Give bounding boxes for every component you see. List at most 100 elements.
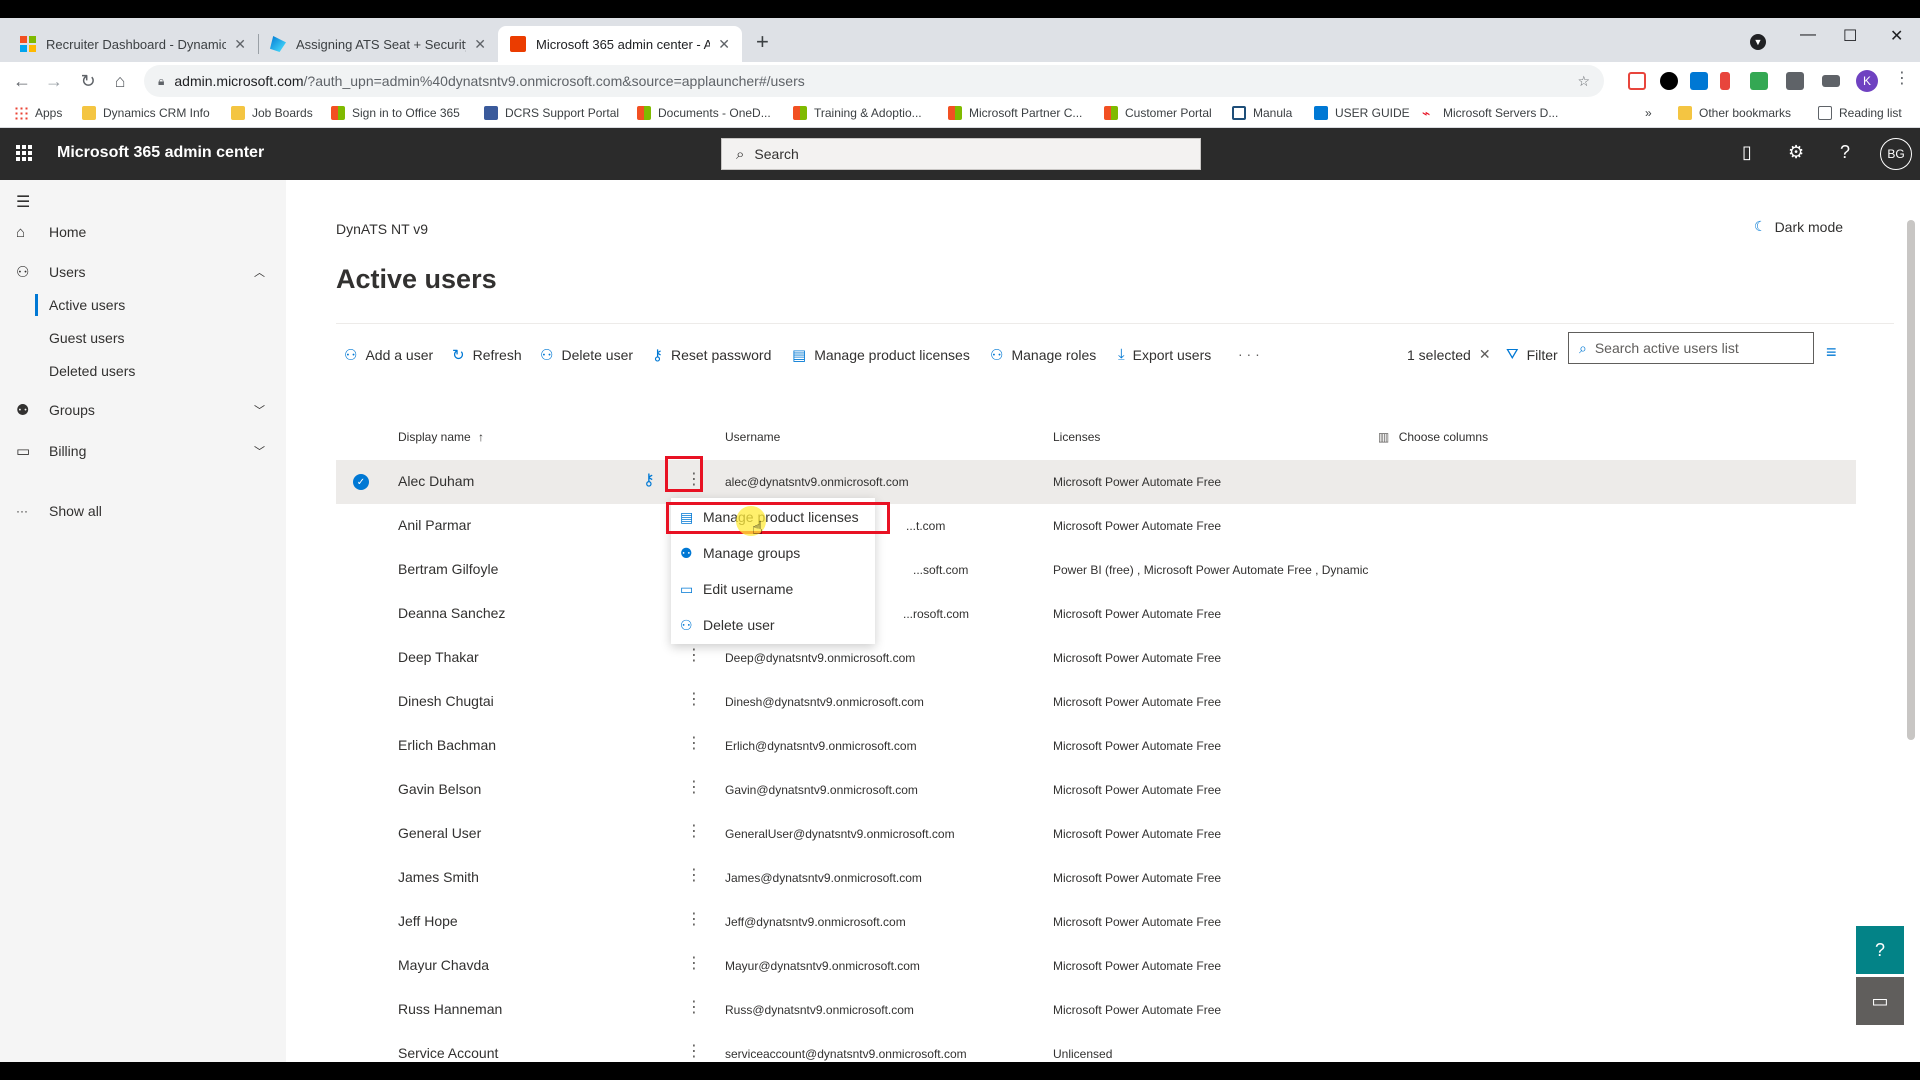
user-display-name[interactable]: Alec Duham bbox=[398, 473, 474, 489]
home-browser-icon[interactable]: ⌂ bbox=[108, 69, 132, 93]
table-row[interactable]: Bertram Gilfoyle⋮...soft.comPower BI (fr… bbox=[336, 548, 1856, 592]
profile-avatar[interactable]: K bbox=[1856, 70, 1878, 92]
bookmark-microsoft-partner[interactable]: Microsoft Partner C... bbox=[948, 106, 1082, 120]
bookmark-customer-portal[interactable]: Customer Portal bbox=[1104, 106, 1212, 120]
bookmark-other[interactable]: Other bookmarks bbox=[1678, 106, 1791, 120]
more-commands-icon[interactable]: · · · bbox=[1238, 346, 1260, 362]
reset-password-key-icon[interactable]: ⚷ bbox=[643, 470, 655, 490]
app-launcher-icon[interactable] bbox=[16, 145, 32, 161]
view-options-icon[interactable]: ≡ bbox=[1826, 342, 1837, 363]
more-actions-icon[interactable]: ⋮ bbox=[686, 733, 702, 753]
global-search-input[interactable]: ⌕ Search bbox=[721, 138, 1201, 170]
app-title[interactable]: Microsoft 365 admin center bbox=[57, 144, 264, 162]
table-row[interactable]: Gavin Belson ⋮ Gavin@dynatsntv9.onmicrosof… bbox=[336, 768, 1856, 812]
new-tab-icon[interactable]: + bbox=[756, 31, 769, 53]
bookmark-star-icon[interactable]: ☆ bbox=[1577, 73, 1590, 90]
more-actions-icon[interactable]: ⋮ bbox=[686, 997, 702, 1017]
feedback-button[interactable]: ▭ bbox=[1856, 977, 1904, 1025]
close-icon[interactable]: ✕ bbox=[234, 36, 246, 53]
user-display-name[interactable]: Service Account bbox=[398, 1045, 498, 1061]
maximize-icon[interactable]: ☐ bbox=[1843, 26, 1857, 46]
nav-item-home[interactable]: ⌂ Home bbox=[0, 215, 286, 249]
media-extension-icon[interactable] bbox=[1660, 72, 1678, 90]
user-display-name[interactable]: Deanna Sanchez bbox=[398, 605, 505, 621]
nav-item-guest-users[interactable]: Guest users bbox=[0, 321, 286, 355]
user-display-name[interactable]: Russ Hanneman bbox=[398, 1001, 502, 1017]
reset-password-button[interactable]: ⚷ Reset password bbox=[652, 346, 771, 364]
pin-extension-icon[interactable] bbox=[1720, 72, 1730, 90]
table-row[interactable]: Service Account ⋮ serviceaccount@dynatsntv… bbox=[336, 1032, 1856, 1062]
add-user-button[interactable]: ⚇ Add a user bbox=[344, 346, 433, 364]
minimize-icon[interactable]: — bbox=[1800, 26, 1816, 44]
bookmark-dcrs-support[interactable]: DCRS Support Portal bbox=[484, 106, 619, 120]
table-row[interactable]: Jeff Hope ⋮ Jeff@dynatsntv9.onmicrosoft.co… bbox=[336, 900, 1856, 944]
delete-user-button[interactable]: ⚇ Delete user bbox=[540, 346, 633, 364]
nav-item-users[interactable]: ⚇ Users ︿ bbox=[0, 255, 286, 289]
user-display-name[interactable]: Gavin Belson bbox=[398, 781, 481, 797]
more-actions-icon[interactable]: ⋮ bbox=[686, 645, 702, 665]
address-bar[interactable]: 🔒︎ admin.microsoft.com/?auth_upn=admin%4… bbox=[144, 65, 1604, 97]
window-close-icon[interactable]: ✕ bbox=[1890, 26, 1903, 46]
column-display-name[interactable]: Display name ↑ bbox=[398, 430, 484, 444]
browser-tab-m365-admin[interactable]: Microsoft 365 admin center - Ac ✕ bbox=[498, 26, 742, 62]
nav-item-groups[interactable]: ⚉ Groups ﹀ bbox=[0, 393, 286, 427]
table-row[interactable]: General User ⋮ GeneralUser@dynatsntv9.onmi… bbox=[336, 812, 1856, 856]
bookmark-documents-onedrive[interactable]: Documents - OneD... bbox=[637, 106, 771, 120]
filter-button[interactable]: ⛛ Filter bbox=[1506, 346, 1558, 363]
windows-extension-icon[interactable] bbox=[1690, 72, 1708, 90]
queue-icon[interactable] bbox=[1822, 75, 1840, 87]
vertical-scrollbar[interactable] bbox=[1907, 220, 1915, 740]
table-row[interactable]: Mayur Chavda ⋮ Mayur@dynatsntv9.onmicrosof… bbox=[336, 944, 1856, 988]
table-row[interactable]: ✓ ⚷ Alec Duham ⋮ alec@dynatsntv9.onmicrosoft… bbox=[336, 460, 1856, 504]
reading-list[interactable]: Reading list bbox=[1818, 106, 1902, 120]
user-display-name[interactable]: Erlich Bachman bbox=[398, 737, 496, 753]
nav-item-deleted-users[interactable]: Deleted users bbox=[0, 354, 286, 388]
help-icon[interactable]: ? bbox=[1840, 142, 1850, 163]
bookmark-dynamics-crm-info[interactable]: Dynamics CRM Info bbox=[82, 106, 210, 120]
bookmark-microsoft-servers[interactable]: ⌁ Microsoft Servers D... bbox=[1422, 106, 1558, 120]
user-avatar[interactable]: BG bbox=[1880, 138, 1912, 170]
back-icon[interactable]: ← bbox=[10, 69, 34, 93]
browser-tab-assigning[interactable]: Assigning ATS Seat + Security Ro ✕ bbox=[258, 26, 498, 62]
dynamics-extension-icon[interactable] bbox=[1750, 72, 1768, 90]
puzzle-extensions-icon[interactable] bbox=[1786, 72, 1804, 90]
column-username[interactable]: Username bbox=[725, 430, 780, 444]
more-bookmarks-icon[interactable]: » bbox=[1645, 106, 1652, 120]
user-display-name[interactable]: Mayur Chavda bbox=[398, 957, 489, 973]
nav-item-show-all[interactable]: ··· Show all bbox=[0, 494, 286, 528]
choose-columns-button[interactable]: ▥ Choose columns bbox=[1378, 430, 1488, 444]
user-display-name[interactable]: Bertram Gilfoyle bbox=[398, 561, 498, 577]
bookmark-training-adoption[interactable]: Training & Adoptio... bbox=[793, 106, 922, 120]
table-row[interactable]: Russ Hanneman ⋮ Russ@dynatsntv9.onmicrosof… bbox=[336, 988, 1856, 1032]
more-actions-icon[interactable]: ⋮ bbox=[686, 865, 702, 885]
reload-icon[interactable]: ↻ bbox=[76, 69, 100, 93]
chrome-menu-icon[interactable]: ⋮ bbox=[1894, 68, 1912, 87]
row-selected-checkbox[interactable]: ✓ bbox=[353, 474, 369, 490]
forward-icon[interactable]: → bbox=[42, 69, 66, 93]
more-actions-icon[interactable]: ⋮ bbox=[686, 953, 702, 973]
tab-search-icon[interactable]: ▼ bbox=[1750, 32, 1766, 50]
close-icon[interactable]: ✕ bbox=[718, 36, 730, 53]
table-row[interactable]: James Smith ⋮ James@dynatsntv9.onmicrosoft… bbox=[336, 856, 1856, 900]
settings-gear-icon[interactable]: ⚙ bbox=[1788, 142, 1804, 163]
user-display-name[interactable]: General User bbox=[398, 825, 481, 841]
more-actions-icon[interactable]: ⋮ bbox=[686, 1041, 702, 1061]
menu-item-edit-username[interactable]: ▭ Edit username bbox=[671, 571, 875, 607]
table-row[interactable]: Dinesh Chugtai ⋮ Dinesh@dynatsntv9.onmicro… bbox=[336, 680, 1856, 724]
bookmark-user-guide[interactable]: USER GUIDE bbox=[1314, 106, 1410, 120]
user-display-name[interactable]: Dinesh Chugtai bbox=[398, 693, 494, 709]
table-row[interactable]: Deanna Sanchez⋮...rosoft.comMicrosoft Po… bbox=[336, 592, 1856, 636]
user-display-name[interactable]: Jeff Hope bbox=[398, 913, 458, 929]
user-display-name[interactable]: James Smith bbox=[398, 869, 479, 885]
table-row[interactable]: Deep Thakar ⋮ Deep@dynatsntv9.onmicrosoft.… bbox=[336, 636, 1856, 680]
user-display-name[interactable]: Anil Parmar bbox=[398, 517, 471, 533]
help-chat-button[interactable]: ? bbox=[1856, 926, 1904, 974]
bookmark-sign-in-office[interactable]: Sign in to Office 365 bbox=[331, 106, 460, 120]
bookmark-apps[interactable]: Apps bbox=[14, 106, 62, 120]
bookmark-manula[interactable]: Manula bbox=[1232, 106, 1292, 120]
menu-item-manage-groups[interactable]: ⚉ Manage groups bbox=[671, 535, 875, 571]
hamburger-menu-icon[interactable]: ☰ bbox=[16, 192, 30, 212]
bookmark-job-boards[interactable]: Job Boards bbox=[231, 106, 313, 120]
manage-product-licenses-button[interactable]: ▤ Manage product licenses bbox=[792, 346, 970, 364]
clear-selection-icon[interactable]: ✕ bbox=[1479, 346, 1491, 363]
